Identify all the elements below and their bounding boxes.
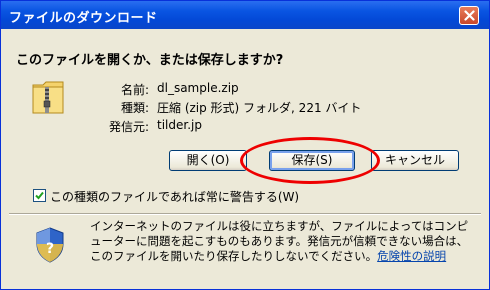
download-question: このファイルを開くか、または保存しますか? [16,53,284,68]
security-shield-icon: ? [36,227,64,263]
security-warning: インターネットのファイルは役に立ちますが、ファイルによってはコンピューターに問題… [90,219,476,264]
checkmark-icon [35,191,44,200]
file-source-label: 発信元: [108,120,149,134]
always-warn-checkbox[interactable] [33,189,46,202]
title-bar[interactable]: ファイルのダウンロード [1,1,489,29]
risk-explanation-link[interactable]: 危険性の説明 [377,249,446,263]
file-name-value: dl_sample.zip [157,81,239,95]
file-download-dialog: ファイルのダウンロード このファイルを開くか、または保存しますか? 名前: dl… [0,0,490,290]
file-type-label: 種類: [120,101,149,115]
file-type-value: 圧縮 (zip 形式) フォルダ, 221 バイト [157,101,362,115]
close-button[interactable] [459,6,479,25]
file-name-label: 名前: [120,83,149,97]
window-title: ファイルのダウンロード [9,11,158,26]
close-icon [464,10,475,21]
svg-text:?: ? [46,241,54,257]
file-source-value: tilder.jp [157,118,202,132]
divider-highlight [9,214,481,215]
always-warn-label: この種類のファイルであれば常に警告する(W) [50,190,300,204]
highlight-ellipse [240,137,380,184]
zip-folder-icon [32,81,64,114]
open-button[interactable]: 開く(O) [169,150,247,171]
cancel-button[interactable]: キャンセル [371,150,459,171]
